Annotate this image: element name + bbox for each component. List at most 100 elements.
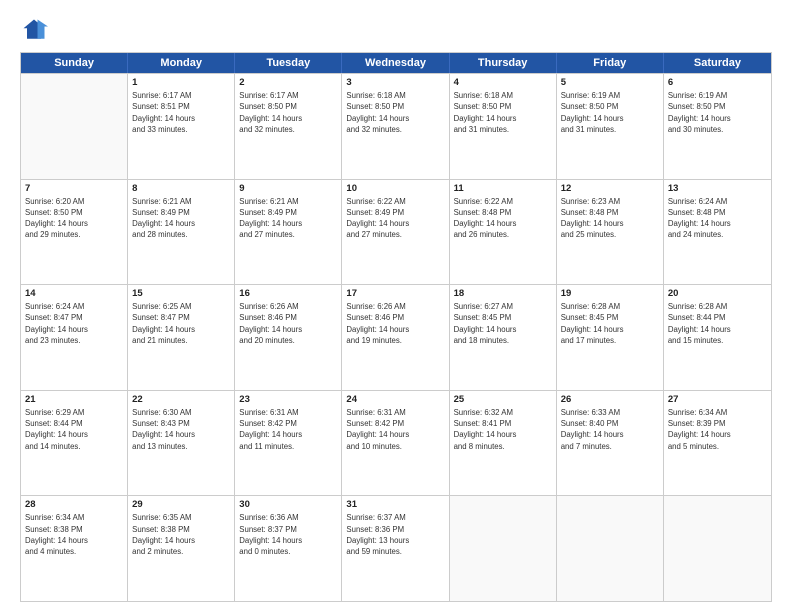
calendar-cell: 26 Sunrise: 6:33 AMSunset: 8:40 PMDayligh… [557, 391, 664, 496]
calendar-cell: 24 Sunrise: 6:31 AMSunset: 8:42 PMDayligh… [342, 391, 449, 496]
cell-info: Sunrise: 6:26 AMSunset: 8:46 PMDaylight:… [346, 301, 444, 346]
cell-info: Sunrise: 6:17 AMSunset: 8:51 PMDaylight:… [132, 90, 230, 135]
cell-info: Sunrise: 6:34 AMSunset: 8:39 PMDaylight:… [668, 407, 767, 452]
calendar-cell: 14 Sunrise: 6:24 AMSunset: 8:47 PMDayligh… [21, 285, 128, 390]
day-number: 30 [239, 499, 337, 510]
day-number: 31 [346, 499, 444, 510]
cell-info: Sunrise: 6:18 AMSunset: 8:50 PMDaylight:… [454, 90, 552, 135]
calendar-cell: 8 Sunrise: 6:21 AMSunset: 8:49 PMDaylight… [128, 180, 235, 285]
day-number: 29 [132, 499, 230, 510]
cell-info: Sunrise: 6:37 AMSunset: 8:36 PMDaylight:… [346, 512, 444, 557]
cell-info: Sunrise: 6:36 AMSunset: 8:37 PMDaylight:… [239, 512, 337, 557]
day-number: 10 [346, 183, 444, 194]
cell-info: Sunrise: 6:20 AMSunset: 8:50 PMDaylight:… [25, 196, 123, 241]
cell-info: Sunrise: 6:25 AMSunset: 8:47 PMDaylight:… [132, 301, 230, 346]
day-number: 23 [239, 394, 337, 405]
day-number: 20 [668, 288, 767, 299]
header-day-tuesday: Tuesday [235, 53, 342, 73]
calendar-cell: 12 Sunrise: 6:23 AMSunset: 8:48 PMDayligh… [557, 180, 664, 285]
calendar-cell: 10 Sunrise: 6:22 AMSunset: 8:49 PMDayligh… [342, 180, 449, 285]
calendar-cell: 6 Sunrise: 6:19 AMSunset: 8:50 PMDaylight… [664, 74, 771, 179]
calendar-cell: 21 Sunrise: 6:29 AMSunset: 8:44 PMDayligh… [21, 391, 128, 496]
calendar-cell: 25 Sunrise: 6:32 AMSunset: 8:41 PMDayligh… [450, 391, 557, 496]
calendar: SundayMondayTuesdayWednesdayThursdayFrid… [20, 52, 772, 602]
calendar-cell: 20 Sunrise: 6:28 AMSunset: 8:44 PMDayligh… [664, 285, 771, 390]
logo [20, 16, 52, 44]
cell-info: Sunrise: 6:35 AMSunset: 8:38 PMDaylight:… [132, 512, 230, 557]
calendar-cell: 22Sunrise: 6:30 AMSunset: 8:43 PMDayligh… [128, 391, 235, 496]
day-number: 15 [132, 288, 230, 299]
day-number: 18 [454, 288, 552, 299]
cell-info: Sunrise: 6:27 AMSunset: 8:45 PMDaylight:… [454, 301, 552, 346]
cell-info: Sunrise: 6:31 AMSunset: 8:42 PMDaylight:… [346, 407, 444, 452]
cell-info: Sunrise: 6:22 AMSunset: 8:49 PMDaylight:… [346, 196, 444, 241]
header-day-saturday: Saturday [664, 53, 771, 73]
calendar-cell: 16 Sunrise: 6:26 AMSunset: 8:46 PMDayligh… [235, 285, 342, 390]
calendar-row-3: 21 Sunrise: 6:29 AMSunset: 8:44 PMDayligh… [21, 390, 771, 496]
cell-info: Sunrise: 6:31 AMSunset: 8:42 PMDaylight:… [239, 407, 337, 452]
cell-info: Sunrise: 6:23 AMSunset: 8:48 PMDaylight:… [561, 196, 659, 241]
day-number: 13 [668, 183, 767, 194]
day-number: 6 [668, 77, 767, 88]
day-number: 28 [25, 499, 123, 510]
calendar-cell: 4 Sunrise: 6:18 AMSunset: 8:50 PMDaylight… [450, 74, 557, 179]
cell-info: Sunrise: 6:32 AMSunset: 8:41 PMDaylight:… [454, 407, 552, 452]
calendar-row-1: 7 Sunrise: 6:20 AMSunset: 8:50 PMDaylight… [21, 179, 771, 285]
calendar-cell: 15 Sunrise: 6:25 AMSunset: 8:47 PMDayligh… [128, 285, 235, 390]
cell-info: Sunrise: 6:21 AMSunset: 8:49 PMDaylight:… [132, 196, 230, 241]
day-number: 1 [132, 77, 230, 88]
cell-info: Sunrise: 6:28 AMSunset: 8:44 PMDaylight:… [668, 301, 767, 346]
cell-info: Sunrise: 6:17 AMSunset: 8:50 PMDaylight:… [239, 90, 337, 135]
logo-icon [20, 16, 48, 44]
calendar-cell: 2 Sunrise: 6:17 AMSunset: 8:50 PMDaylight… [235, 74, 342, 179]
calendar-cell: 9Sunrise: 6:21 AMSunset: 8:49 PMDaylight… [235, 180, 342, 285]
calendar-cell [557, 496, 664, 601]
day-number: 16 [239, 288, 337, 299]
cell-info: Sunrise: 6:33 AMSunset: 8:40 PMDaylight:… [561, 407, 659, 452]
calendar-cell: 1 Sunrise: 6:17 AMSunset: 8:51 PMDaylight… [128, 74, 235, 179]
calendar-row-2: 14 Sunrise: 6:24 AMSunset: 8:47 PMDayligh… [21, 284, 771, 390]
calendar-cell: 27Sunrise: 6:34 AMSunset: 8:39 PMDayligh… [664, 391, 771, 496]
calendar-cell: 3Sunrise: 6:18 AMSunset: 8:50 PMDaylight… [342, 74, 449, 179]
day-number: 26 [561, 394, 659, 405]
day-number: 9 [239, 183, 337, 194]
calendar-body: 1 Sunrise: 6:17 AMSunset: 8:51 PMDaylight… [21, 73, 771, 601]
day-number: 25 [454, 394, 552, 405]
day-number: 11 [454, 183, 552, 194]
cell-info: Sunrise: 6:19 AMSunset: 8:50 PMDaylight:… [668, 90, 767, 135]
cell-info: Sunrise: 6:29 AMSunset: 8:44 PMDaylight:… [25, 407, 123, 452]
cell-info: Sunrise: 6:24 AMSunset: 8:47 PMDaylight:… [25, 301, 123, 346]
cell-info: Sunrise: 6:24 AMSunset: 8:48 PMDaylight:… [668, 196, 767, 241]
calendar-row-0: 1 Sunrise: 6:17 AMSunset: 8:51 PMDaylight… [21, 73, 771, 179]
calendar-cell [21, 74, 128, 179]
calendar-cell [664, 496, 771, 601]
header [20, 16, 772, 44]
day-number: 8 [132, 183, 230, 194]
day-number: 7 [25, 183, 123, 194]
header-day-friday: Friday [557, 53, 664, 73]
cell-info: Sunrise: 6:30 AMSunset: 8:43 PMDaylight:… [132, 407, 230, 452]
day-number: 3 [346, 77, 444, 88]
day-number: 4 [454, 77, 552, 88]
header-day-wednesday: Wednesday [342, 53, 449, 73]
day-number: 14 [25, 288, 123, 299]
calendar-cell: 17Sunrise: 6:26 AMSunset: 8:46 PMDayligh… [342, 285, 449, 390]
day-number: 19 [561, 288, 659, 299]
day-number: 5 [561, 77, 659, 88]
calendar-cell: 28 Sunrise: 6:34 AMSunset: 8:38 PMDayligh… [21, 496, 128, 601]
page: SundayMondayTuesdayWednesdayThursdayFrid… [0, 0, 792, 612]
calendar-cell: 23 Sunrise: 6:31 AMSunset: 8:42 PMDayligh… [235, 391, 342, 496]
day-number: 24 [346, 394, 444, 405]
cell-info: Sunrise: 6:26 AMSunset: 8:46 PMDaylight:… [239, 301, 337, 346]
calendar-row-4: 28 Sunrise: 6:34 AMSunset: 8:38 PMDayligh… [21, 495, 771, 601]
calendar-cell: 31 Sunrise: 6:37 AMSunset: 8:36 PMDayligh… [342, 496, 449, 601]
calendar-cell: 5 Sunrise: 6:19 AMSunset: 8:50 PMDaylight… [557, 74, 664, 179]
day-number: 21 [25, 394, 123, 405]
day-number: 2 [239, 77, 337, 88]
cell-info: Sunrise: 6:34 AMSunset: 8:38 PMDaylight:… [25, 512, 123, 557]
calendar-header: SundayMondayTuesdayWednesdayThursdayFrid… [21, 53, 771, 73]
calendar-cell: 19Sunrise: 6:28 AMSunset: 8:45 PMDayligh… [557, 285, 664, 390]
calendar-cell: 29 Sunrise: 6:35 AMSunset: 8:38 PMDayligh… [128, 496, 235, 601]
cell-info: Sunrise: 6:19 AMSunset: 8:50 PMDaylight:… [561, 90, 659, 135]
day-number: 12 [561, 183, 659, 194]
